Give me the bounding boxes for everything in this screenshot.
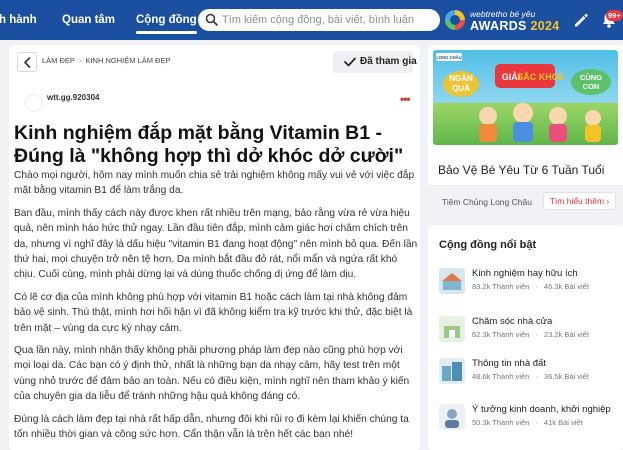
community-thumbnail-icon <box>439 404 465 430</box>
community-stats: 83.2k Thành viên · 46.3k Bài viết <box>472 282 589 291</box>
community-item[interactable]: Thông tin nhà đất 48.6k Thành viên · 36.5k… <box>439 357 619 391</box>
community-name[interactable]: Thông tin nhà đất <box>472 358 546 369</box>
community-name[interactable]: Ý tưởng kinh doanh, khởi nghiệp <box>472 404 611 415</box>
notification-badge: 99+ <box>606 10 623 21</box>
post-body: Chào mọi người, hôm nay mình muốn chia s… <box>14 168 420 450</box>
breadcrumb-item-beauty-tips[interactable]: KINH NGHIỆM LÀM ĐẸP <box>85 56 170 65</box>
breadcrumb: LÀM ĐẸP › KINH NGHIỆM LÀM ĐẸP <box>42 56 170 65</box>
post-paragraph: Chào mọi người, hôm nay mình muốn chia s… <box>14 170 415 197</box>
ad-illustration: LONG CHÂU NGÀN QUÀ GIẢI SẮC KHOẺ CÙNG CO… <box>436 53 611 142</box>
search-box[interactable] <box>198 9 440 31</box>
chevron-right-icon: › <box>606 196 610 206</box>
nav-item-truncated[interactable]: h hành <box>0 0 37 40</box>
joined-button-label: Đã tham gia <box>360 56 417 67</box>
breadcrumb-separator: › <box>78 56 82 65</box>
ad-sponsor-name: Tiêm Chủng Long Châu <box>442 197 532 207</box>
post-paragraph: Qua lần này, mình nhận thấy không phải p… <box>14 345 410 403</box>
pencil-icon[interactable] <box>572 11 590 29</box>
community-name[interactable]: Kinh nghiệm hay hữu ích <box>472 268 578 279</box>
more-options-icon[interactable]: ••• <box>400 92 411 106</box>
awards-line1: webtretho bé yêu <box>470 9 536 19</box>
nav-item-following[interactable]: Quan tâm <box>62 0 115 40</box>
breadcrumb-item-beauty[interactable]: LÀM ĐẸP <box>42 56 75 65</box>
community-thumbnail-icon <box>439 268 465 294</box>
ad-pharmacy-label: LONG CHÂU <box>436 55 461 60</box>
check-icon <box>344 57 356 67</box>
search-input[interactable] <box>222 9 432 31</box>
svg-text:NGÀN: NGÀN <box>449 74 473 83</box>
ad-banner-image[interactable]: LONG CHÂU NGÀN QUÀ GIẢI SẮC KHOẺ CÙNG CO… <box>433 50 618 145</box>
svg-text:CÙNG: CÙNG <box>580 73 602 82</box>
learn-more-button[interactable]: Tìm hiểu thêm › <box>543 192 616 210</box>
community-item[interactable]: Kinh nghiệm hay hữu ích 83.2k Thành viên… <box>439 267 619 301</box>
community-stats: 62.3k Thành viên · 23.2k Bài viết <box>472 330 589 339</box>
awards-logo-icon <box>445 10 465 30</box>
avatar[interactable] <box>25 94 43 112</box>
svg-text:SẮC KHOẺ: SẮC KHOẺ <box>517 71 565 82</box>
ad-footer: Tiêm Chủng Long Châu Tìm hiểu thêm › <box>428 185 623 217</box>
awards-banner[interactable]: webtretho bé yêu AWARDS 2024 <box>443 4 565 36</box>
community-stats: 50.3k Thành viên · 41k Bài viết <box>472 418 583 427</box>
sponsored-ad-card[interactable]: LONG CHÂU NGÀN QUÀ GIẢI SẮC KHOẺ CÙNG CO… <box>428 45 623 217</box>
community-item[interactable]: Ý tưởng kinh doanh, khởi nghiệp 50.3k Th… <box>439 403 619 437</box>
nav-item-community[interactable]: Cộng đồng <box>136 0 197 40</box>
svg-text:CON: CON <box>583 82 600 91</box>
post-title: Kinh nghiệm đắp mặt bằng Vitamin B1 - Đú… <box>14 122 404 167</box>
community-thumbnail-icon <box>439 316 465 342</box>
community-thumbnail-icon <box>439 358 465 384</box>
post-paragraph: Có lẽ cơ địa của mình không phù hợp với … <box>14 291 413 334</box>
search-icon <box>205 13 218 26</box>
featured-communities-card: Cộng đồng nổi bật Kinh nghiệm hay hữu íc… <box>428 225 623 450</box>
svg-text:QUÀ: QUÀ <box>452 84 470 93</box>
featured-communities-title: Cộng đồng nổi bật <box>439 239 537 251</box>
top-navigation-bar: h hành Quan tâm Cộng đồng webtretho bé y… <box>0 0 623 40</box>
post-paragraph: Đúng là cách làm đẹp tại nhà rất hấp dẫn… <box>14 413 409 441</box>
awards-line2: AWARDS 2024 <box>470 19 560 33</box>
post-paragraph: Ban đầu, mình thấy cách này được khen rấ… <box>14 207 418 281</box>
back-button[interactable] <box>17 52 37 72</box>
post-card: LÀM ĐẸP › KINH NGHIỆM LÀM ĐẸP Đã tham gia … <box>9 45 420 450</box>
joined-button[interactable]: Đã tham gia <box>333 51 417 73</box>
community-item[interactable]: Chăm sóc nhà cửa 62.3k Thành viên · 23.2k … <box>439 315 619 349</box>
ad-title[interactable]: Bảo Vệ Bé Yêu Từ 6 Tuần Tuổi <box>438 163 604 177</box>
community-name[interactable]: Chăm sóc nhà cửa <box>472 316 552 327</box>
chevron-left-icon <box>24 57 31 68</box>
author-name[interactable]: wtt.gg.920304 <box>47 93 99 102</box>
community-stats: 48.6k Thành viên · 36.5k Bài viết <box>472 372 589 381</box>
